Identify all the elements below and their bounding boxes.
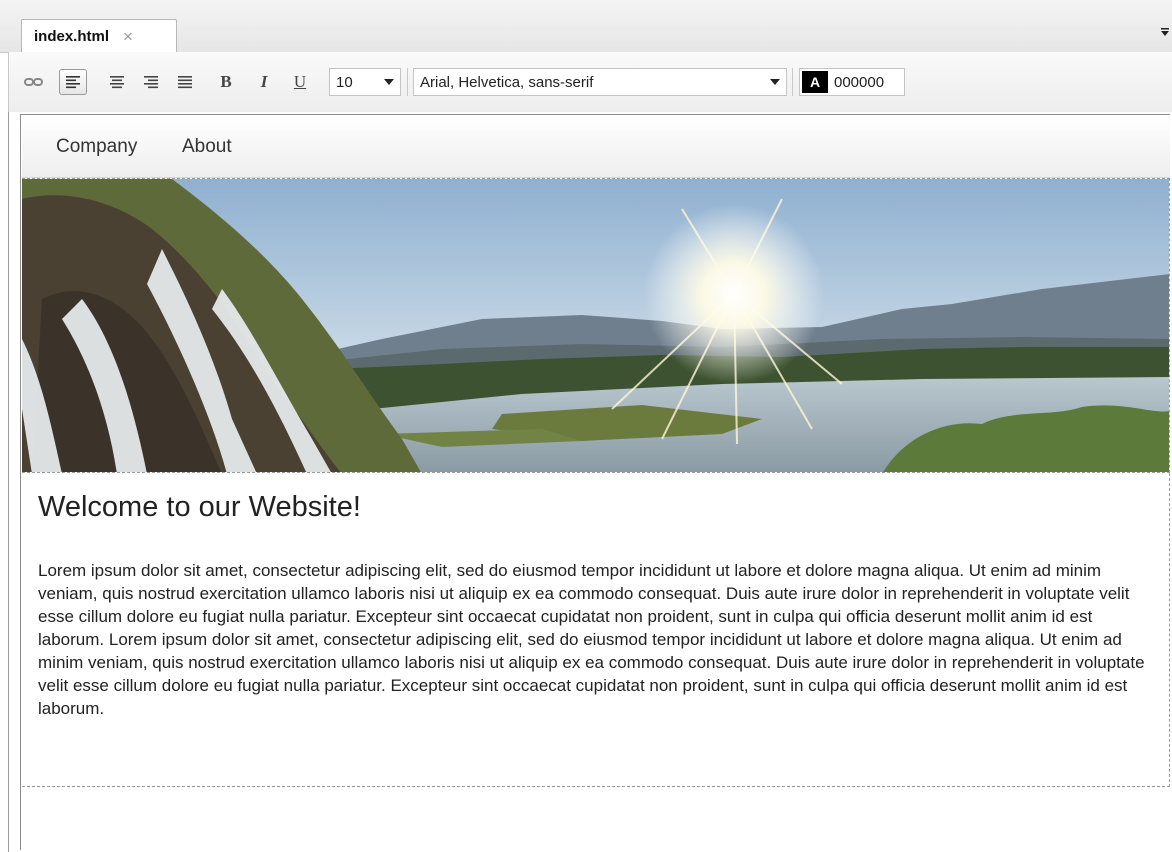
font-size-value: 10 [336,73,353,91]
bold-label: B [220,72,232,91]
tab-strip: index.html × [0,0,1172,53]
align-center-button[interactable] [105,69,129,95]
align-right-button[interactable] [139,69,163,95]
tab-overflow-icon[interactable] [1160,26,1170,38]
align-center-icon [110,76,124,89]
nav-link-about[interactable]: About [182,136,232,158]
bold-button[interactable]: B [215,69,237,95]
align-justify-button[interactable] [173,69,197,95]
toolbar-divider [407,68,408,96]
body-paragraph: Lorem ipsum dolor sit amet, consectetur … [38,561,1145,718]
align-left-button[interactable] [59,69,87,95]
align-left-icon [66,76,80,89]
site-navbar: Company About [22,116,1170,178]
italic-button[interactable]: I [253,69,275,95]
underline-label: U [293,72,307,91]
font-family-value: Arial, Helvetica, sans-serif [420,73,594,91]
hero-banner-image[interactable] [22,178,1170,473]
editor-toolbar: B I U 10 Arial, Helvetica, sans-serif A … [8,52,1172,112]
align-justify-icon [178,76,192,89]
align-right-icon [144,76,158,89]
text-color-hex: 000000 [834,73,885,91]
chevron-down-icon [770,79,780,85]
toolbar-divider [792,68,793,96]
tab-close-icon[interactable]: × [123,28,133,45]
text-color-picker[interactable]: A 000000 [799,68,905,96]
nav-link-company[interactable]: Company [56,136,137,158]
chevron-down-icon [384,79,394,85]
tab-label: index.html [34,27,110,45]
italic-label: I [260,72,268,91]
underline-button[interactable]: U [289,69,311,95]
link-icon[interactable] [23,69,45,95]
font-size-select[interactable]: 10 [329,68,401,96]
font-family-select[interactable]: Arial, Helvetica, sans-serif [413,68,787,96]
content-section: Welcome to our Website! Lorem ipsum dolo… [22,473,1170,787]
text-color-swatch: A [802,71,828,93]
tab-index-html[interactable]: index.html × [21,19,177,52]
page-heading: Welcome to our Website! [38,491,361,523]
